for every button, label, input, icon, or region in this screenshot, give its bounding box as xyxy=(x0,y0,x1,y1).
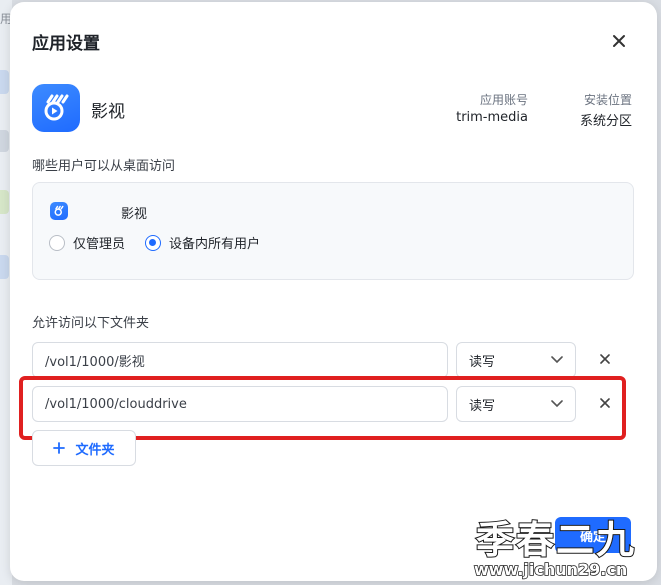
add-folder-button[interactable]: 文件夹 xyxy=(32,430,136,466)
add-folder-label: 文件夹 xyxy=(75,442,115,458)
background-blob xyxy=(0,70,9,94)
dialog-title: 应用设置 xyxy=(32,34,100,54)
location-label: 安装位置 xyxy=(583,93,632,107)
watermark-title: 季春二九 xyxy=(475,517,637,563)
radio-admin-only[interactable]: 仅管理员 xyxy=(49,233,125,252)
folders-section-label: 允许访问以下文件夹 xyxy=(32,316,150,331)
radio-all-users[interactable]: 设备内所有用户 xyxy=(145,233,260,252)
plus-icon xyxy=(53,442,66,454)
account-label: 应用账号 xyxy=(479,93,528,107)
app-name: 影视 xyxy=(91,102,125,122)
close-button[interactable] xyxy=(608,30,630,52)
folder-path-input[interactable] xyxy=(32,342,448,378)
permission-value: 读写 xyxy=(469,354,496,370)
access-box: 影视 仅管理员 设备内所有用户 xyxy=(32,182,634,280)
background-blob xyxy=(0,130,9,152)
chevron-down-icon xyxy=(551,356,563,364)
close-icon xyxy=(600,354,610,364)
radio-label: 设备内所有用户 xyxy=(169,237,261,252)
watermark-url: www.jichun29.cn xyxy=(473,559,628,580)
background-blob xyxy=(0,190,9,214)
close-icon xyxy=(613,35,625,47)
app-logo-icon xyxy=(32,84,80,132)
radio-circle[interactable] xyxy=(49,234,65,251)
app-settings-dialog: 应用设置 影视 应用账号 trim-media 安装位置 系统分区 哪些用户可以… xyxy=(10,2,657,581)
remove-folder-button[interactable] xyxy=(594,348,616,370)
permission-select[interactable]: 读写 xyxy=(456,342,576,378)
watermark: 季春二九 www.jichun29.cn xyxy=(470,505,655,580)
access-section-label: 哪些用户可以从桌面访问 xyxy=(32,159,176,174)
access-app-name: 影视 xyxy=(121,207,148,222)
background-blob xyxy=(0,255,9,279)
radio-label: 仅管理员 xyxy=(73,237,126,252)
app-mini-icon xyxy=(50,202,68,220)
location-value: 系统分区 xyxy=(579,114,632,129)
account-value: trim-media xyxy=(456,110,528,125)
radio-circle-checked[interactable] xyxy=(145,234,161,251)
